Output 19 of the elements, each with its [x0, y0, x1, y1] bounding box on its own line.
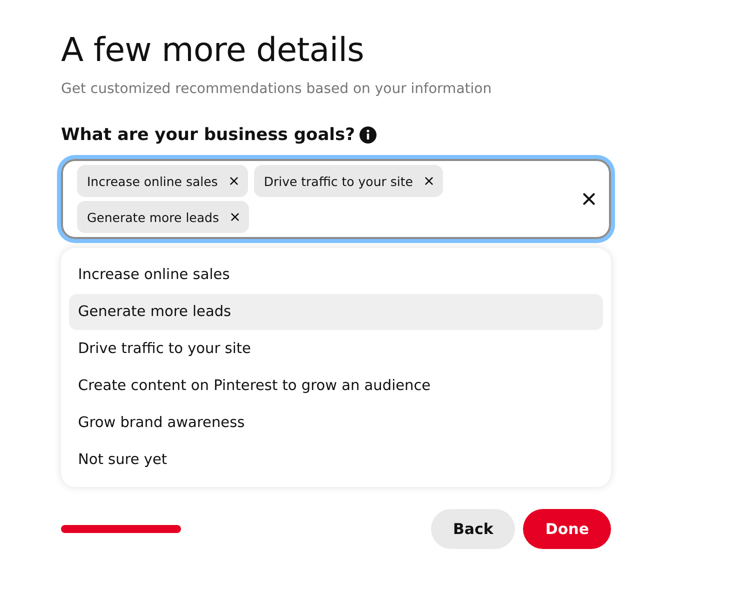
clear-icon[interactable] [583, 193, 595, 205]
subtitle: Get customized recommendations based on your information [61, 81, 492, 97]
tag-label: Increase online sales [87, 174, 218, 188]
menu-option[interactable]: Increase online sales [69, 257, 603, 293]
remove-icon[interactable] [230, 177, 238, 185]
remove-icon[interactable] [424, 177, 433, 185]
tag-label: Drive traffic to your site [264, 174, 413, 188]
question-label: What are your business goals? [61, 125, 355, 145]
remove-icon[interactable] [230, 213, 239, 221]
tag-label: Generate more leads [87, 210, 219, 224]
menu-option[interactable]: Not sure yet [69, 442, 603, 478]
back-button[interactable]: Back [430, 509, 516, 549]
info-icon[interactable] [358, 126, 377, 144]
menu-option[interactable]: Generate more leads [69, 294, 603, 330]
page-title: A few more details [61, 30, 364, 69]
menu-option[interactable]: Grow brand awareness [69, 405, 603, 441]
menu-option[interactable]: Drive traffic to your site [69, 331, 603, 367]
menu-option[interactable]: Create content on Pinterest to grow an audience [69, 368, 603, 404]
done-button[interactable]: Done [523, 509, 611, 549]
